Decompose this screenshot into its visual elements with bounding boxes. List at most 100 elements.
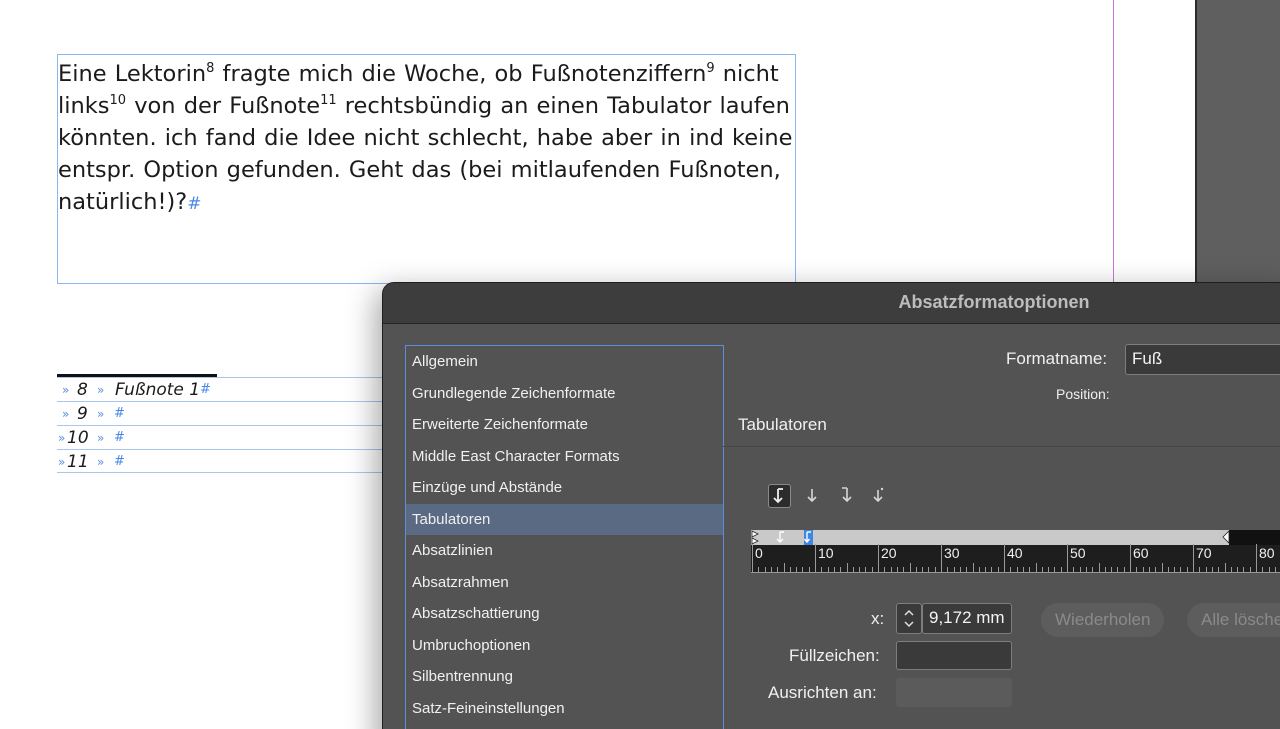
ruler-tick bbox=[1256, 544, 1257, 572]
paragraph-style-options-dialog: Absatzformatoptionen Allgemein Grundlege… bbox=[382, 282, 1280, 729]
section-divider bbox=[723, 446, 1280, 447]
footnote-number: 11 bbox=[67, 452, 89, 472]
text-frame[interactable]: Eine Lektorin8 fragte mich die Woche, ob… bbox=[57, 54, 796, 284]
category-satz-feineinstellungen[interactable]: Satz-Feineinstellungen bbox=[406, 693, 723, 724]
category-absatzschattierung[interactable]: Absatzschattierung bbox=[406, 598, 723, 629]
ruler-tick bbox=[878, 544, 879, 572]
ruler-label: 80 bbox=[1259, 545, 1275, 561]
category-tabulatoren[interactable]: Tabulatoren bbox=[406, 503, 723, 535]
category-absatzrahmen[interactable]: Absatzrahmen bbox=[406, 567, 723, 598]
footnote-line-8[interactable]: » 8 » Fußnote 1 # bbox=[57, 377, 387, 401]
tab-mark: » bbox=[97, 455, 105, 469]
ruler-tick bbox=[1218, 567, 1220, 572]
ruler-tick bbox=[1073, 567, 1075, 572]
ruler-markers bbox=[751, 530, 1230, 545]
ruler-tick bbox=[1155, 567, 1157, 572]
tab-ruler-marker-strip[interactable] bbox=[751, 530, 1280, 545]
ruler-tick bbox=[777, 567, 779, 572]
body-line-4: entspr. Option gefunden. Geht das (bei m… bbox=[58, 157, 781, 183]
category-allgemein[interactable]: Allgemein bbox=[406, 346, 723, 377]
x-position-input[interactable]: 9,172 mm bbox=[922, 603, 1012, 634]
footnote-line-10[interactable]: » 10 » # bbox=[57, 425, 387, 449]
ruler-tick bbox=[1130, 544, 1131, 572]
footnote-ref-11: 11 bbox=[320, 93, 337, 108]
ruler-tick bbox=[1136, 567, 1138, 572]
ruler-tick bbox=[1174, 567, 1176, 572]
clear-all-tabs-button[interactable]: Alle löschen bbox=[1187, 603, 1280, 637]
x-position-stepper[interactable] bbox=[896, 603, 922, 634]
ruler-tick bbox=[922, 567, 924, 572]
category-middle-east-character-formats[interactable]: Middle East Character Formats bbox=[406, 441, 723, 472]
ruler-label: 10 bbox=[818, 545, 834, 561]
ruler-tick bbox=[985, 567, 987, 572]
tab-mark: » bbox=[97, 407, 105, 421]
ruler-tick bbox=[796, 567, 798, 572]
ruler-tick bbox=[903, 567, 905, 572]
center-justified-tab-icon bbox=[807, 489, 817, 503]
footnote-line-9[interactable]: » 9 » # bbox=[57, 401, 387, 425]
ruler-tick bbox=[1268, 567, 1270, 572]
paragraph-end-mark: # bbox=[200, 382, 211, 397]
footnote-frame-edge bbox=[57, 472, 387, 473]
ruler-tick bbox=[1048, 567, 1050, 572]
category-absatzlinien[interactable]: Absatzlinien bbox=[406, 535, 723, 566]
footnote-text: Fußnote 1 bbox=[115, 380, 201, 400]
ruler-tick bbox=[978, 567, 980, 572]
ruler-tick bbox=[1199, 567, 1201, 572]
body-text[interactable]: Eine Lektorin8 fragte mich die Woche, ob… bbox=[58, 58, 797, 220]
right-justified-tab-icon bbox=[842, 487, 852, 503]
dialog-titlebar[interactable]: Absatzformatoptionen bbox=[383, 283, 1280, 324]
ruler-tick bbox=[802, 567, 804, 572]
ruler-tick bbox=[928, 567, 930, 572]
ruler-tick bbox=[890, 567, 892, 572]
category-list[interactable]: Allgemein Grundlegende Zeichenformate Er… bbox=[405, 345, 724, 729]
ruler-label: 0 bbox=[755, 545, 763, 561]
ruler-tick bbox=[1243, 567, 1245, 572]
ruler-tick bbox=[1092, 567, 1094, 572]
ruler-tick bbox=[1085, 567, 1087, 572]
right-indent-marker bbox=[1222, 530, 1230, 544]
category-umbruchoptionen[interactable]: Umbruchoptionen bbox=[406, 630, 723, 661]
left-justified-tab-button[interactable] bbox=[768, 484, 791, 508]
center-justified-tab-button[interactable] bbox=[801, 484, 824, 508]
ruler-tick bbox=[997, 567, 999, 572]
ruler-tick bbox=[1180, 567, 1182, 572]
ruler-tick bbox=[865, 567, 867, 572]
x-position-label: x: bbox=[871, 609, 885, 628]
category-grundlegende-zeichenformate[interactable]: Grundlegende Zeichenformate bbox=[406, 378, 723, 409]
format-name-label: Formatname: bbox=[1006, 349, 1108, 368]
footnote-ref-10: 10 bbox=[109, 93, 127, 108]
category-einzuege-und-abstaende[interactable]: Einzüge und Abstände bbox=[406, 472, 723, 503]
category-erweiterte-zeichenformate[interactable]: Erweiterte Zeichenformate bbox=[406, 409, 723, 440]
paragraph-end-mark: # bbox=[114, 406, 125, 421]
leader-input[interactable] bbox=[896, 641, 1012, 670]
paragraph-end-mark: # bbox=[114, 430, 125, 445]
ruler-label: 60 bbox=[1133, 545, 1149, 561]
ruler-tick bbox=[1186, 567, 1188, 572]
format-name-input[interactable]: Fuß bbox=[1125, 344, 1280, 375]
ruler-tick bbox=[1079, 567, 1081, 572]
ruler-tick bbox=[859, 567, 861, 572]
ruler-tick bbox=[1249, 567, 1251, 572]
category-silbentrennung[interactable]: Silbentrennung bbox=[406, 661, 723, 692]
align-on-input bbox=[896, 678, 1012, 707]
repeat-tab-button[interactable]: Wiederholen bbox=[1041, 603, 1165, 637]
ruler-tick bbox=[941, 544, 942, 572]
ruler-tick bbox=[959, 567, 961, 572]
ruler-tick bbox=[783, 563, 785, 572]
ruler-tick bbox=[1167, 567, 1169, 572]
ruler-tick bbox=[1035, 563, 1037, 572]
footnote-line-11[interactable]: » 11 » # bbox=[57, 449, 387, 473]
right-justified-tab-button[interactable] bbox=[834, 484, 857, 508]
ruler-tick bbox=[833, 567, 835, 572]
tab-ruler[interactable]: 0 10 20 30 40 50 60 70 80 bbox=[751, 544, 1280, 573]
align-to-decimal-tab-button[interactable] bbox=[867, 484, 890, 508]
tab-mark: » bbox=[62, 383, 70, 397]
ruler-tick bbox=[896, 567, 898, 572]
paragraph-end-mark: # bbox=[187, 194, 202, 214]
align-on-label: Ausrichten an: bbox=[768, 683, 877, 702]
ruler-tick bbox=[764, 567, 766, 572]
ruler-tick bbox=[1067, 544, 1068, 572]
footnote-number: 9 bbox=[77, 404, 88, 424]
ruler-tick bbox=[1237, 567, 1239, 572]
